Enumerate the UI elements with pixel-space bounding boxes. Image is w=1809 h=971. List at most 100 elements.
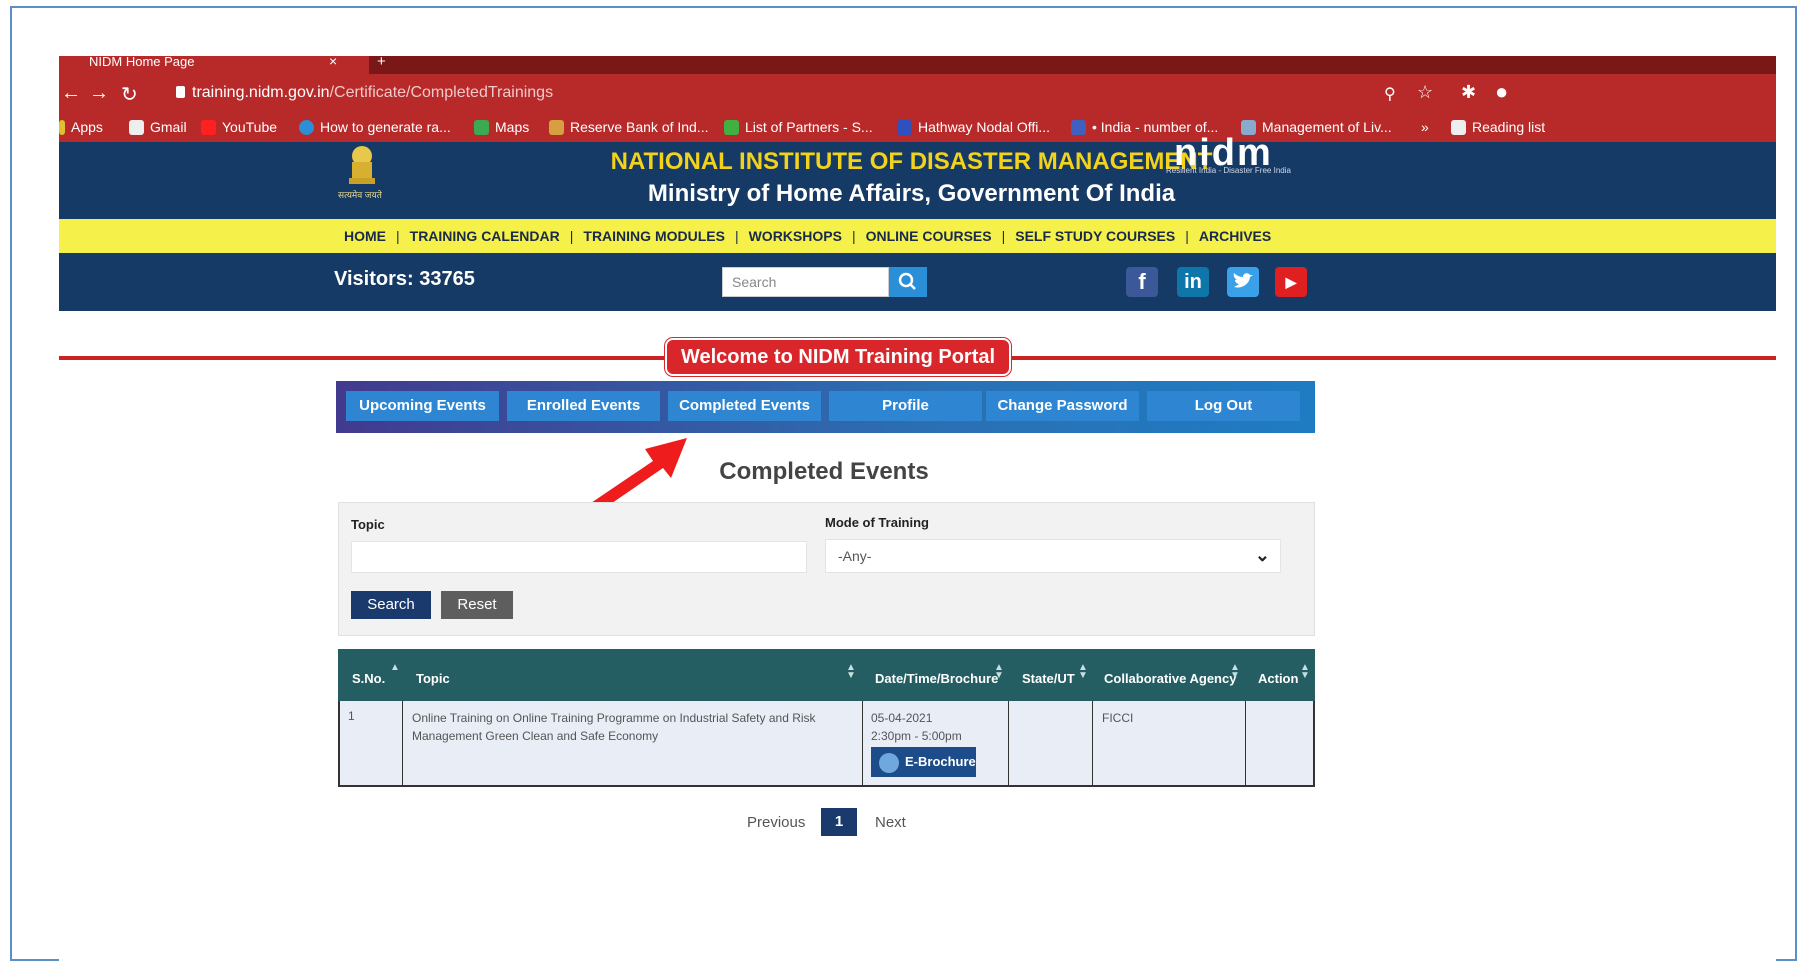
menu-separator: |: [396, 228, 400, 244]
cell-date: 05-04-2021: [871, 711, 933, 725]
bookmark-list-of-partners[interactable]: List of Partners - S...: [724, 119, 873, 135]
bookmark-label: How to generate ra...: [320, 119, 451, 135]
search-icon: [898, 272, 916, 290]
sort-icon[interactable]: ▲ ▼: [1300, 663, 1310, 681]
profile-icon[interactable]: ●: [1495, 79, 1508, 105]
site-subtitle: Ministry of Home Affairs, Government Of …: [59, 180, 1776, 208]
facebook-icon[interactable]: f: [1126, 267, 1158, 297]
youtube-social-icon[interactable]: ▶: [1275, 267, 1307, 297]
bookmark-rbi[interactable]: Reserve Bank of Ind...: [549, 119, 709, 135]
linkedin-icon[interactable]: in: [1177, 267, 1209, 297]
new-tab-icon[interactable]: +: [377, 56, 386, 70]
col-state[interactable]: State/UT: [1022, 671, 1075, 686]
hathway-icon: [897, 119, 912, 135]
bookmark-label: YouTube: [222, 119, 278, 135]
filter-search-button[interactable]: Search: [351, 591, 431, 619]
cell-time: 2:30pm - 5:00pm: [871, 729, 962, 743]
col-topic[interactable]: Topic: [416, 671, 450, 686]
reload-icon[interactable]: ↻: [121, 82, 138, 107]
filter-reset-button[interactable]: Reset: [441, 591, 513, 619]
tab-log-out[interactable]: Log Out: [1147, 391, 1300, 421]
chevron-down-icon: ⌄: [1254, 545, 1270, 565]
column-divider: [402, 701, 403, 787]
tab-completed-events[interactable]: Completed Events: [668, 391, 821, 421]
bookmark-youtube[interactable]: YouTube: [201, 119, 277, 135]
menu-training-calendar[interactable]: TRAINING CALENDAR: [410, 228, 560, 244]
bookmark-gmail[interactable]: Gmail: [129, 119, 187, 135]
mode-select[interactable]: -Any- ⌄: [825, 539, 1281, 573]
col-date[interactable]: Date/Time/Brochure: [875, 671, 998, 686]
sort-icon[interactable]: ▲ ▼: [1230, 663, 1240, 681]
bookmarks-bar: Apps Gmail YouTube How to generate ra...…: [59, 112, 1776, 142]
menu-separator: |: [1185, 228, 1189, 244]
bookmark-label: Reading list: [1472, 119, 1546, 135]
bookmark-label: Maps: [495, 119, 530, 135]
menu-home[interactable]: HOME: [344, 228, 386, 244]
twitter-bird-icon: [1233, 273, 1253, 288]
bookmark-apps[interactable]: Apps: [59, 119, 103, 135]
pagination-next[interactable]: Next: [875, 814, 906, 831]
browser-tab[interactable]: NIDM Home Page ×: [59, 56, 369, 74]
col-sno[interactable]: S.No.: [352, 671, 385, 686]
reading-list[interactable]: Reading list: [1451, 119, 1545, 135]
sort-icon[interactable]: ▲ ▼: [846, 663, 856, 681]
twitter-icon[interactable]: [1227, 267, 1259, 297]
menu-self-study-courses[interactable]: SELF STUDY COURSES: [1015, 228, 1175, 244]
visitor-counter: Visitors: 33765: [334, 268, 475, 290]
bookmark-label: Management of Liv...: [1262, 119, 1392, 135]
sort-icon[interactable]: ▲ ▼: [1078, 663, 1088, 681]
menu-separator: |: [851, 228, 856, 244]
bookmark-label: Apps: [71, 119, 103, 135]
mode-label: Mode of Training: [825, 515, 929, 530]
tab-change-password[interactable]: Change Password: [986, 391, 1139, 421]
bookmark-how-to-generate[interactable]: How to generate ra...: [299, 119, 451, 135]
tab-profile[interactable]: Profile: [829, 391, 982, 421]
tab-upcoming-events[interactable]: Upcoming Events: [346, 391, 499, 421]
tab-strip: NIDM Home Page × +: [59, 56, 1776, 74]
lock-icon: [176, 86, 185, 98]
col-action[interactable]: Action: [1258, 671, 1298, 686]
bookmarks-overflow[interactable]: »: [1421, 119, 1429, 135]
e-brochure-button[interactable]: E-Brochure: [871, 747, 976, 777]
url-field[interactable]: training.nidm.gov.in/Certificate/Complet…: [192, 84, 553, 102]
tab-close-icon[interactable]: ×: [329, 56, 337, 69]
pagination-previous[interactable]: Previous: [747, 814, 805, 831]
pagination: Previous 1 Next: [59, 808, 1776, 838]
table-row: 1 Online Training on Online Training Pro…: [338, 701, 1315, 787]
sort-icon[interactable]: ▲: [390, 663, 400, 673]
column-divider: [862, 701, 863, 787]
bookmark-star-icon[interactable]: ☆: [1417, 82, 1433, 103]
menu-training-modules[interactable]: TRAINING MODULES: [583, 228, 725, 244]
bookmark-hathway[interactable]: Hathway Nodal Offi...: [897, 119, 1050, 135]
menu-workshops[interactable]: WORKSHOPS: [749, 228, 842, 244]
mode-select-value: -Any-: [838, 548, 872, 564]
menu-items: HOME | TRAINING CALENDAR | TRAINING MODULES |…: [344, 228, 1271, 244]
cell-agency: FICCI: [1102, 711, 1134, 725]
url-host: training.nidm.gov.in: [192, 84, 330, 101]
forward-icon[interactable]: →: [89, 82, 109, 105]
site-title-text: NATIONAL INSTITUTE OF DISASTER MANAGEMEN…: [610, 148, 1213, 175]
pagination-current-page[interactable]: 1: [821, 808, 857, 836]
bookmark-label: List of Partners - S...: [745, 119, 873, 135]
menu-online-courses[interactable]: ONLINE COURSES: [866, 228, 992, 244]
sub-header: Visitors: 33765 Search f in ▶: [59, 253, 1776, 311]
sort-icon[interactable]: ▲ ▼: [994, 663, 1004, 681]
topic-input[interactable]: [351, 541, 807, 573]
partners-icon: [724, 119, 739, 135]
site-search-input[interactable]: Search: [722, 267, 889, 297]
apps-icon: [59, 119, 65, 135]
screenshot-frame: NIDM Home Page × + ← → ↻ training.nidm.g…: [10, 6, 1797, 971]
bookmark-label: Hathway Nodal Offi...: [918, 119, 1051, 135]
cell-topic: Online Training on Online Training Progr…: [412, 711, 816, 743]
zoom-icon[interactable]: ⚲: [1384, 84, 1396, 104]
youtube-icon: [201, 119, 216, 135]
india-icon: [1071, 119, 1086, 135]
back-icon[interactable]: ←: [61, 82, 81, 105]
menu-archives[interactable]: ARCHIVES: [1199, 228, 1271, 244]
extensions-icon[interactable]: ✱: [1461, 82, 1476, 103]
bookmark-maps[interactable]: Maps: [474, 119, 529, 135]
tab-enrolled-events[interactable]: Enrolled Events: [507, 391, 660, 421]
col-agency[interactable]: Collaborative Agency: [1104, 671, 1236, 686]
site-search-button[interactable]: [889, 267, 927, 297]
column-divider: [1008, 701, 1009, 787]
